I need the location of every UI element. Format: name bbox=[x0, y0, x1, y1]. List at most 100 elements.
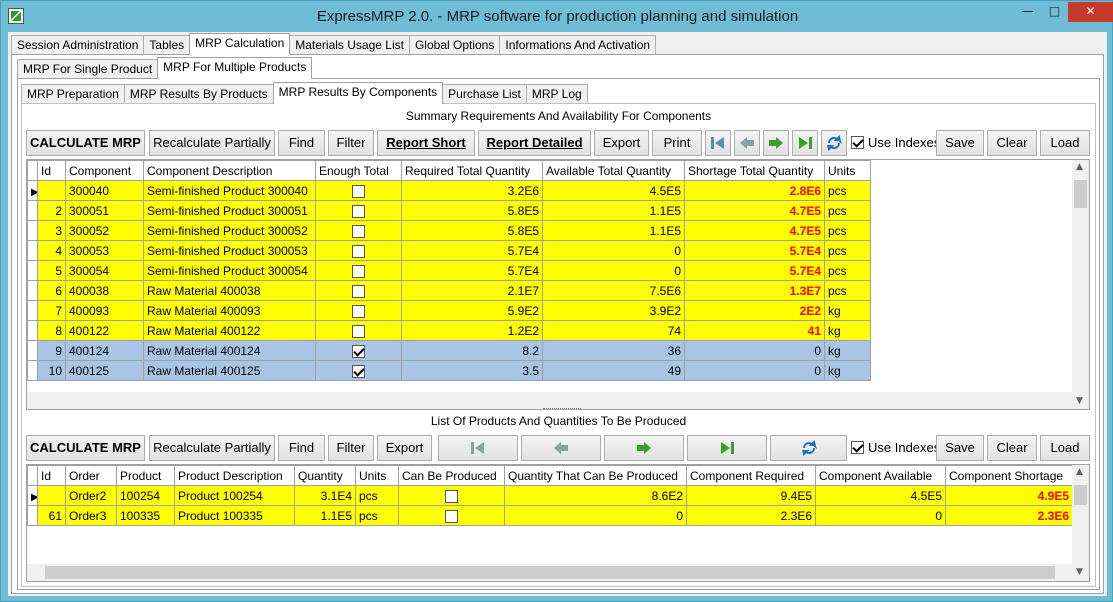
column-header[interactable]: Component Available bbox=[815, 465, 946, 486]
column-header[interactable]: Available Total Quantity bbox=[542, 160, 685, 181]
first-icon[interactable] bbox=[705, 130, 731, 156]
load-button[interactable]: Load bbox=[1040, 130, 1090, 156]
row-indicator[interactable] bbox=[27, 220, 38, 241]
column-header[interactable]: Required Total Quantity bbox=[401, 160, 543, 181]
splitter-handle[interactable] bbox=[543, 408, 581, 411]
column-header[interactable]: Can Be Produced bbox=[398, 465, 505, 486]
tab-mrp-calculation[interactable]: MRP Calculation bbox=[189, 33, 291, 55]
table-row[interactable]: 6 400038 Raw Material 400038 2.1E7 7.5E6 1.3E… bbox=[27, 280, 871, 301]
recalculate-partially-button[interactable]: Recalculate Partially bbox=[149, 435, 275, 461]
enough-total-checkbox[interactable] bbox=[352, 324, 365, 338]
tab-mrp-single-product[interactable]: MRP For Single Product bbox=[17, 59, 159, 79]
save-button[interactable]: Save bbox=[936, 130, 984, 156]
print-button[interactable]: Print bbox=[652, 130, 702, 156]
clear-button[interactable]: Clear bbox=[987, 435, 1037, 461]
refresh-icon[interactable] bbox=[821, 130, 847, 156]
enough-total-checkbox[interactable] bbox=[352, 244, 365, 258]
load-button[interactable]: Load bbox=[1040, 435, 1090, 461]
column-header[interactable]: Quantity That Can Be Produced bbox=[504, 465, 687, 486]
report-short-button[interactable]: Report Short bbox=[377, 130, 475, 156]
column-header[interactable]: Component Required bbox=[686, 465, 816, 486]
table-row[interactable]: 8 400122 Raw Material 400122 1.2E2 74 41 kg bbox=[27, 320, 871, 341]
table-row[interactable]: 61 Order3 100335 Product 100335 1.1E5 pcs 0 2.3… bbox=[27, 505, 1073, 526]
table-row[interactable]: 9 400124 Raw Material 400124 8.2 36 0 kg bbox=[27, 340, 871, 361]
row-indicator[interactable] bbox=[27, 280, 38, 301]
products-horizontal-scrollbar[interactable] bbox=[27, 564, 1072, 581]
tab-mrp-preparation[interactable]: MRP Preparation bbox=[21, 84, 125, 104]
calculate-mrp-button[interactable]: CALCULATE MRP bbox=[26, 130, 145, 156]
column-header[interactable]: Id bbox=[37, 160, 66, 181]
scroll-up-icon[interactable]: ▲ bbox=[1076, 467, 1083, 477]
export-button[interactable]: Export bbox=[377, 435, 432, 461]
tab-mrp-results-by-components[interactable]: MRP Results By Components bbox=[272, 82, 444, 104]
column-header[interactable]: Order bbox=[65, 465, 117, 486]
scroll-down-icon[interactable]: ▼ bbox=[1076, 567, 1083, 577]
report-detailed-button[interactable]: Report Detailed bbox=[478, 130, 591, 156]
enough-total-checkbox[interactable] bbox=[352, 224, 365, 238]
column-header[interactable]: Quantity bbox=[294, 465, 356, 486]
components-horizontal-scrollbar[interactable] bbox=[27, 392, 1072, 409]
enough-total-checkbox[interactable] bbox=[352, 364, 365, 378]
column-header[interactable]: Component bbox=[65, 160, 144, 181]
recalculate-partially-button[interactable]: Recalculate Partially bbox=[149, 130, 275, 156]
column-header[interactable]: Product bbox=[116, 465, 175, 486]
column-header[interactable]: Units bbox=[824, 160, 871, 181]
tab-tables[interactable]: Tables bbox=[143, 35, 191, 55]
minimize-button[interactable]: — bbox=[1014, 2, 1041, 22]
scroll-up-icon[interactable]: ▲ bbox=[1076, 162, 1083, 172]
tab-global-options[interactable]: Global Options bbox=[408, 35, 501, 55]
table-row[interactable]: 2 300051 Semi-finished Product 300051 5.8E5… bbox=[27, 200, 871, 221]
next-icon[interactable] bbox=[604, 435, 684, 461]
can-be-produced-checkbox[interactable] bbox=[445, 489, 458, 503]
scroll-down-icon[interactable]: ▼ bbox=[1076, 396, 1083, 406]
table-row[interactable]: 4 300053 Semi-finished Product 300053 5.7E4… bbox=[27, 240, 871, 261]
previous-icon[interactable] bbox=[521, 435, 601, 461]
tab-purchase-list[interactable]: Purchase List bbox=[442, 84, 527, 104]
column-header[interactable]: Component Shortage bbox=[945, 465, 1073, 486]
table-row[interactable]: ▶ 300040Semi-finished Product 300040 3.2E6… bbox=[27, 180, 871, 201]
row-indicator[interactable] bbox=[27, 200, 38, 221]
products-vertical-scrollbar[interactable]: ▲ ▼ bbox=[1072, 465, 1089, 581]
use-indexes-checkbox[interactable] bbox=[851, 136, 864, 149]
find-button[interactable]: Find bbox=[278, 435, 325, 461]
maximize-button[interactable]: □ bbox=[1041, 2, 1068, 22]
calculate-mrp-button[interactable]: CALCULATE MRP bbox=[26, 435, 145, 461]
first-icon[interactable] bbox=[438, 435, 518, 461]
table-row[interactable]: 3 300052 Semi-finished Product 300052 5.8E5… bbox=[27, 220, 871, 241]
can-be-produced-checkbox[interactable] bbox=[445, 509, 458, 523]
tab-session-administration[interactable]: Session Administration bbox=[11, 35, 145, 55]
filter-button[interactable]: Filter bbox=[328, 130, 374, 156]
tab-mrp-multiple-products[interactable]: MRP For Multiple Products bbox=[157, 57, 313, 79]
row-indicator[interactable]: ▶ bbox=[27, 485, 38, 506]
column-header[interactable]: Id bbox=[37, 465, 66, 486]
table-row[interactable]: ▶ Order2100254Product 1002543.1E4pcs 8.6E2… bbox=[27, 485, 1073, 506]
table-row[interactable]: 7 400093 Raw Material 400093 5.9E2 3.9E2 2E2 k… bbox=[27, 300, 871, 321]
last-icon[interactable] bbox=[687, 435, 767, 461]
last-icon[interactable] bbox=[792, 130, 818, 156]
enough-total-checkbox[interactable] bbox=[352, 184, 365, 198]
close-button[interactable]: ✕ bbox=[1068, 2, 1113, 22]
filter-button[interactable]: Filter bbox=[328, 435, 374, 461]
table-row[interactable]: 10 400125 Raw Material 400125 3.5 49 0 kg bbox=[27, 360, 871, 381]
find-button[interactable]: Find bbox=[278, 130, 325, 156]
tab-mrp-results-by-products[interactable]: MRP Results By Products bbox=[123, 84, 274, 104]
scroll-thumb[interactable] bbox=[1074, 485, 1087, 505]
save-button[interactable]: Save bbox=[936, 435, 984, 461]
enough-total-checkbox[interactable] bbox=[352, 204, 365, 218]
column-header[interactable]: Shortage Total Quantity bbox=[684, 160, 825, 181]
row-indicator[interactable] bbox=[27, 505, 38, 526]
horizontal-scroll-thumb[interactable] bbox=[45, 566, 1055, 579]
enough-total-checkbox[interactable] bbox=[352, 304, 365, 318]
scroll-thumb[interactable] bbox=[1074, 180, 1087, 208]
enough-total-checkbox[interactable] bbox=[352, 264, 365, 278]
row-indicator[interactable] bbox=[27, 320, 38, 341]
tab-informations-and-activation[interactable]: Informations And Activation bbox=[499, 35, 657, 55]
enough-total-checkbox[interactable] bbox=[352, 284, 365, 298]
row-indicator[interactable]: ▶ bbox=[27, 180, 38, 201]
previous-icon[interactable] bbox=[734, 130, 760, 156]
column-header[interactable]: Product Description bbox=[174, 465, 295, 486]
clear-button[interactable]: Clear bbox=[987, 130, 1037, 156]
column-header[interactable]: Units bbox=[355, 465, 399, 486]
table-row[interactable]: 5 300054 Semi-finished Product 300054 5.7E4… bbox=[27, 260, 871, 281]
refresh-icon[interactable] bbox=[770, 435, 847, 461]
